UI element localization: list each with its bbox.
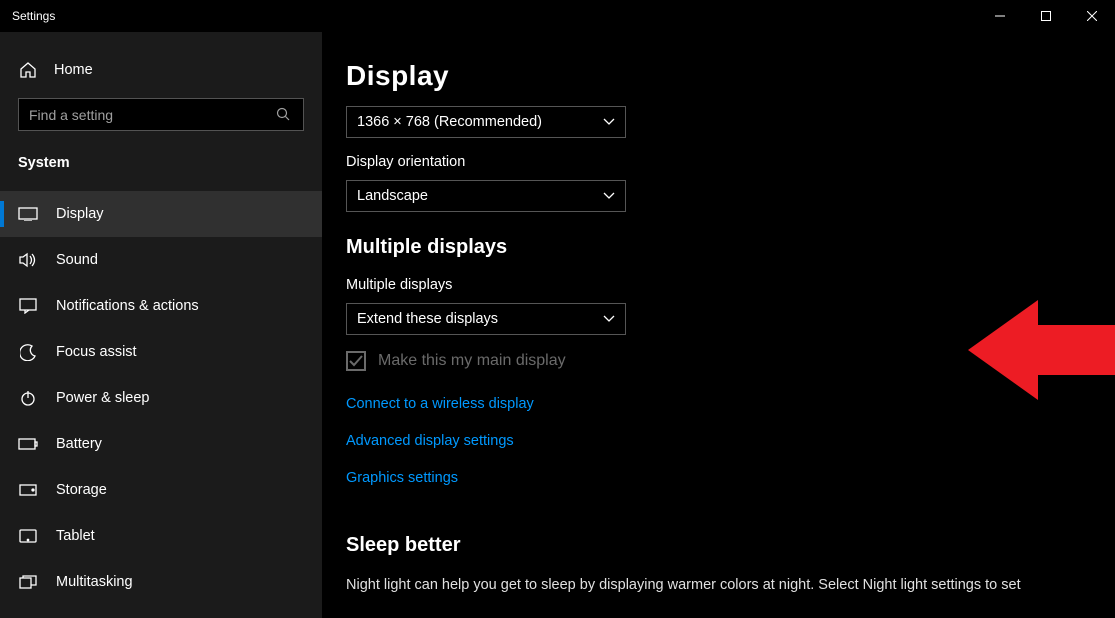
resolution-value: 1366 × 768 (Recommended) <box>357 114 542 130</box>
nav-label: Display <box>56 206 104 222</box>
chevron-down-icon <box>603 311 615 327</box>
nav-label: Storage <box>56 482 107 498</box>
orientation-label: Display orientation <box>346 154 1115 170</box>
display-icon <box>18 204 38 224</box>
nav-item-tablet[interactable]: Tablet <box>0 513 322 559</box>
main-display-checkbox-row: Make this my main display <box>346 351 1115 371</box>
titlebar: Settings <box>0 0 1115 32</box>
storage-icon <box>18 480 38 500</box>
orientation-value: Landscape <box>357 188 428 204</box>
multiple-displays-heading: Multiple displays <box>346 236 1115 259</box>
window-controls <box>977 0 1115 32</box>
window-title: Settings <box>12 9 977 23</box>
main-display-checkbox <box>346 351 366 371</box>
link-wireless-display[interactable]: Connect to a wireless display <box>346 396 534 412</box>
orientation-dropdown[interactable]: Landscape <box>346 180 626 212</box>
nav-item-power-sleep[interactable]: Power & sleep <box>0 375 322 421</box>
nav-label: Notifications & actions <box>56 298 199 314</box>
nav-item-display[interactable]: Display <box>0 191 322 237</box>
chevron-down-icon <box>603 114 615 130</box>
nav-item-focus-assist[interactable]: Focus assist <box>0 329 322 375</box>
sidebar: Home System Display Sound <box>0 32 322 618</box>
maximize-button[interactable] <box>1023 0 1069 32</box>
sound-icon <box>18 250 38 270</box>
main-display-label: Make this my main display <box>378 352 566 370</box>
multitasking-icon <box>18 572 38 592</box>
sidebar-section-heading: System <box>0 145 322 191</box>
nav-label: Power & sleep <box>56 390 150 406</box>
nav-item-battery[interactable]: Battery <box>0 421 322 467</box>
nav-item-storage[interactable]: Storage <box>0 467 322 513</box>
link-advanced-display[interactable]: Advanced display settings <box>346 433 514 449</box>
resolution-dropdown[interactable]: 1366 × 768 (Recommended) <box>346 106 626 138</box>
tablet-icon <box>18 526 38 546</box>
close-button[interactable] <box>1069 0 1115 32</box>
power-icon <box>18 388 38 408</box>
nav-item-sound[interactable]: Sound <box>0 237 322 283</box>
nav-label: Tablet <box>56 528 95 544</box>
search-icon <box>273 105 293 125</box>
minimize-button[interactable] <box>977 0 1023 32</box>
sleep-better-heading: Sleep better <box>346 534 1115 557</box>
multiple-displays-value: Extend these displays <box>357 311 498 327</box>
notifications-icon <box>18 296 38 316</box>
link-graphics-settings[interactable]: Graphics settings <box>346 470 458 486</box>
home-nav-item[interactable]: Home <box>0 50 322 90</box>
nav-list: Display Sound Notifications & actions Fo… <box>0 191 322 605</box>
multiple-displays-dropdown[interactable]: Extend these displays <box>346 303 626 335</box>
home-label: Home <box>54 62 93 78</box>
nav-label: Battery <box>56 436 102 452</box>
nav-label: Multitasking <box>56 574 133 590</box>
search-input[interactable] <box>29 107 273 123</box>
page-title: Display <box>346 60 1115 92</box>
multiple-displays-label: Multiple displays <box>346 277 1115 293</box>
chevron-down-icon <box>603 188 615 204</box>
sleep-better-description: Night light can help you get to sleep by… <box>346 575 1066 595</box>
nav-item-notifications[interactable]: Notifications & actions <box>0 283 322 329</box>
nav-label: Focus assist <box>56 344 137 360</box>
nav-item-multitasking[interactable]: Multitasking <box>0 559 322 605</box>
search-box[interactable] <box>18 98 304 131</box>
battery-icon <box>18 434 38 454</box>
main-content: Display 1366 × 768 (Recommended) Display… <box>322 32 1115 618</box>
nav-label: Sound <box>56 252 98 268</box>
focus-assist-icon <box>18 342 38 362</box>
home-icon <box>18 60 38 80</box>
